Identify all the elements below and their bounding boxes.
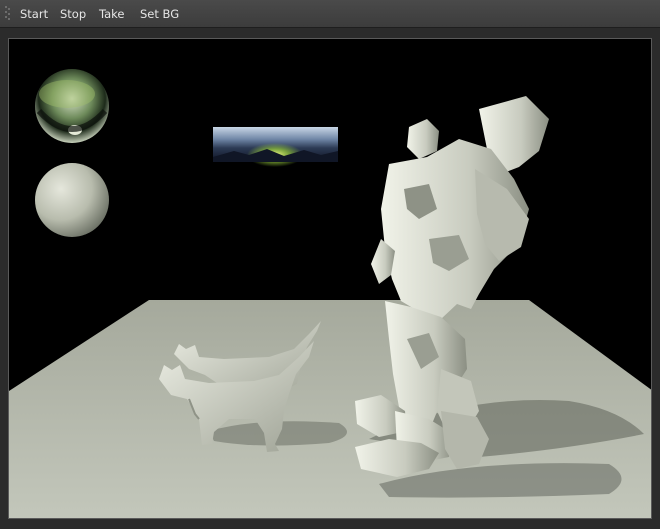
take-button[interactable]: Take — [99, 6, 125, 22]
set-bg-button[interactable]: Set BG — [140, 6, 179, 22]
environment-map-preview — [213, 127, 338, 167]
start-button[interactable]: Start — [20, 6, 48, 22]
chrome-sphere — [35, 69, 109, 143]
stop-button[interactable]: Stop — [60, 6, 86, 22]
render-viewport[interactable] — [8, 38, 652, 519]
render-scene — [9, 69, 651, 518]
diffuse-sphere — [35, 163, 109, 237]
toolbar-grip-icon[interactable] — [5, 6, 11, 22]
toolbar: Start Stop Take Set BG — [0, 0, 660, 28]
